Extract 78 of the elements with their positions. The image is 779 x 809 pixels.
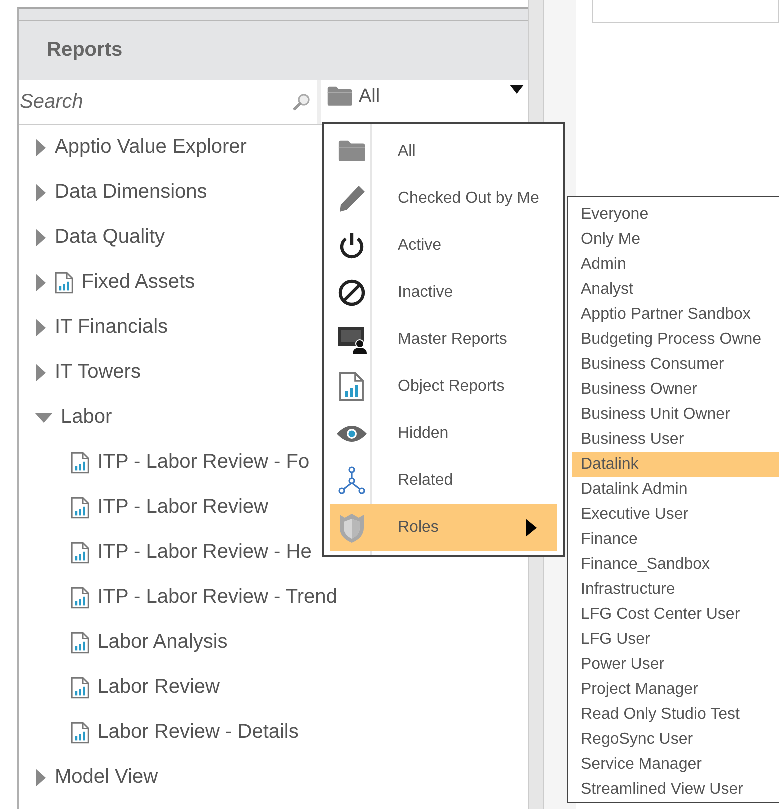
- search-icon: [293, 93, 311, 111]
- tree-item[interactable]: Labor: [61, 406, 112, 429]
- panel-title: Reports: [47, 39, 123, 62]
- tree-item[interactable]: IT Towers: [55, 361, 141, 384]
- menu-item[interactable]: Infrastructure: [572, 577, 779, 602]
- expand-arrow-icon[interactable]: [35, 138, 47, 156]
- expand-arrow-icon[interactable]: [35, 184, 47, 202]
- expand-arrow-icon[interactable]: [35, 228, 47, 246]
- caret-icon: [510, 85, 524, 94]
- report-icon: [71, 632, 90, 654]
- menu-item[interactable]: Datalink: [572, 452, 779, 477]
- tree-item[interactable]: ITP - Labor Review - Fo: [98, 451, 310, 474]
- menu-item[interactable]: Master Reports: [330, 316, 557, 363]
- report-icon: [339, 372, 365, 402]
- menu-item[interactable]: Executive User: [572, 502, 779, 527]
- shield-icon: [338, 512, 366, 544]
- report-icon: [71, 496, 90, 518]
- menu-item[interactable]: Inactive: [330, 269, 557, 316]
- power-icon: [339, 232, 365, 260]
- menu-item[interactable]: Budgeting Process Owne: [572, 327, 779, 352]
- menu-item[interactable]: Business Consumer: [572, 352, 779, 377]
- menu-item[interactable]: Business Owner: [572, 377, 779, 402]
- tree-item[interactable]: ITP - Labor Review - He: [98, 541, 312, 564]
- network-nodes-icon: [337, 466, 367, 496]
- menu-item[interactable]: Datalink Admin: [572, 477, 779, 502]
- menu-item[interactable]: Finance_Sandbox: [572, 552, 779, 577]
- folder-icon: [338, 140, 366, 163]
- menu-item[interactable]: Everyone: [572, 202, 779, 227]
- tree-item[interactable]: Labor Review - Details: [98, 721, 299, 744]
- menu-item[interactable]: All: [330, 128, 557, 175]
- tree-item[interactable]: IT Financials: [55, 316, 168, 339]
- menu-item[interactable]: Analyst: [572, 277, 779, 302]
- report-icon: [71, 452, 90, 474]
- menu-item[interactable]: Service Manager: [572, 752, 779, 777]
- menu-item[interactable]: Streamlined View User: [572, 777, 779, 802]
- report-icon: [55, 272, 74, 294]
- pencil-icon: [337, 184, 367, 214]
- tree-item[interactable]: Data Quality: [55, 226, 166, 249]
- menu-item[interactable]: Apptio Partner Sandbox: [572, 302, 779, 327]
- menu-item[interactable]: Checked Out by Me: [330, 175, 557, 222]
- folder-icon: [327, 86, 353, 107]
- report-icon: [71, 586, 90, 608]
- report-icon: [71, 542, 90, 564]
- menu-item[interactable]: Object Reports: [330, 363, 557, 410]
- tree-item[interactable]: Fixed Assets: [82, 271, 196, 294]
- menu-item[interactable]: LFG Cost Center User: [572, 602, 779, 627]
- tree-item[interactable]: Labor Analysis: [98, 631, 228, 654]
- tree-item[interactable]: ITP - Labor Review: [98, 496, 268, 519]
- menu-item[interactable]: Business User: [572, 427, 779, 452]
- menu-item[interactable]: Only Me: [572, 227, 779, 252]
- menu-item[interactable]: Power User: [572, 652, 779, 677]
- tree-item[interactable]: ITP - Labor Review - Trend: [98, 586, 338, 609]
- eye-icon: [336, 424, 368, 444]
- menu-item[interactable]: Read Only Studio Test: [572, 702, 779, 727]
- expand-arrow-icon[interactable]: [35, 318, 47, 336]
- expand-arrow-icon[interactable]: [35, 274, 47, 292]
- collapse-arrow-icon[interactable]: [35, 412, 53, 424]
- tree-item[interactable]: Apptio Value Explorer: [55, 136, 247, 159]
- report-icon: [71, 722, 90, 744]
- search-field[interactable]: Search: [19, 90, 293, 114]
- menu-item[interactable]: Related: [330, 457, 557, 504]
- report-icon: [71, 676, 90, 698]
- tree-item[interactable]: Data Dimensions: [55, 181, 208, 204]
- menu-item[interactable]: Active: [330, 222, 557, 269]
- menu-item[interactable]: LFG User: [572, 627, 779, 652]
- presenter-board-icon: [337, 326, 367, 354]
- menu-item[interactable]: Admin: [572, 252, 779, 277]
- ban-icon: [338, 278, 366, 306]
- menu-item[interactable]: Finance: [572, 527, 779, 552]
- menu-item[interactable]: Hidden: [330, 410, 557, 457]
- menu-item[interactable]: Project Manager: [572, 677, 779, 702]
- expand-arrow-icon[interactable]: [35, 364, 47, 382]
- tree-item[interactable]: Labor Review: [98, 676, 220, 699]
- expand-arrow-icon[interactable]: [35, 768, 47, 786]
- tree-item[interactable]: Model View: [55, 766, 158, 789]
- menu-item[interactable]: Roles: [330, 504, 557, 551]
- menu-item[interactable]: RegoSync User: [572, 727, 779, 752]
- menu-item[interactable]: Business Unit Owner: [572, 402, 779, 427]
